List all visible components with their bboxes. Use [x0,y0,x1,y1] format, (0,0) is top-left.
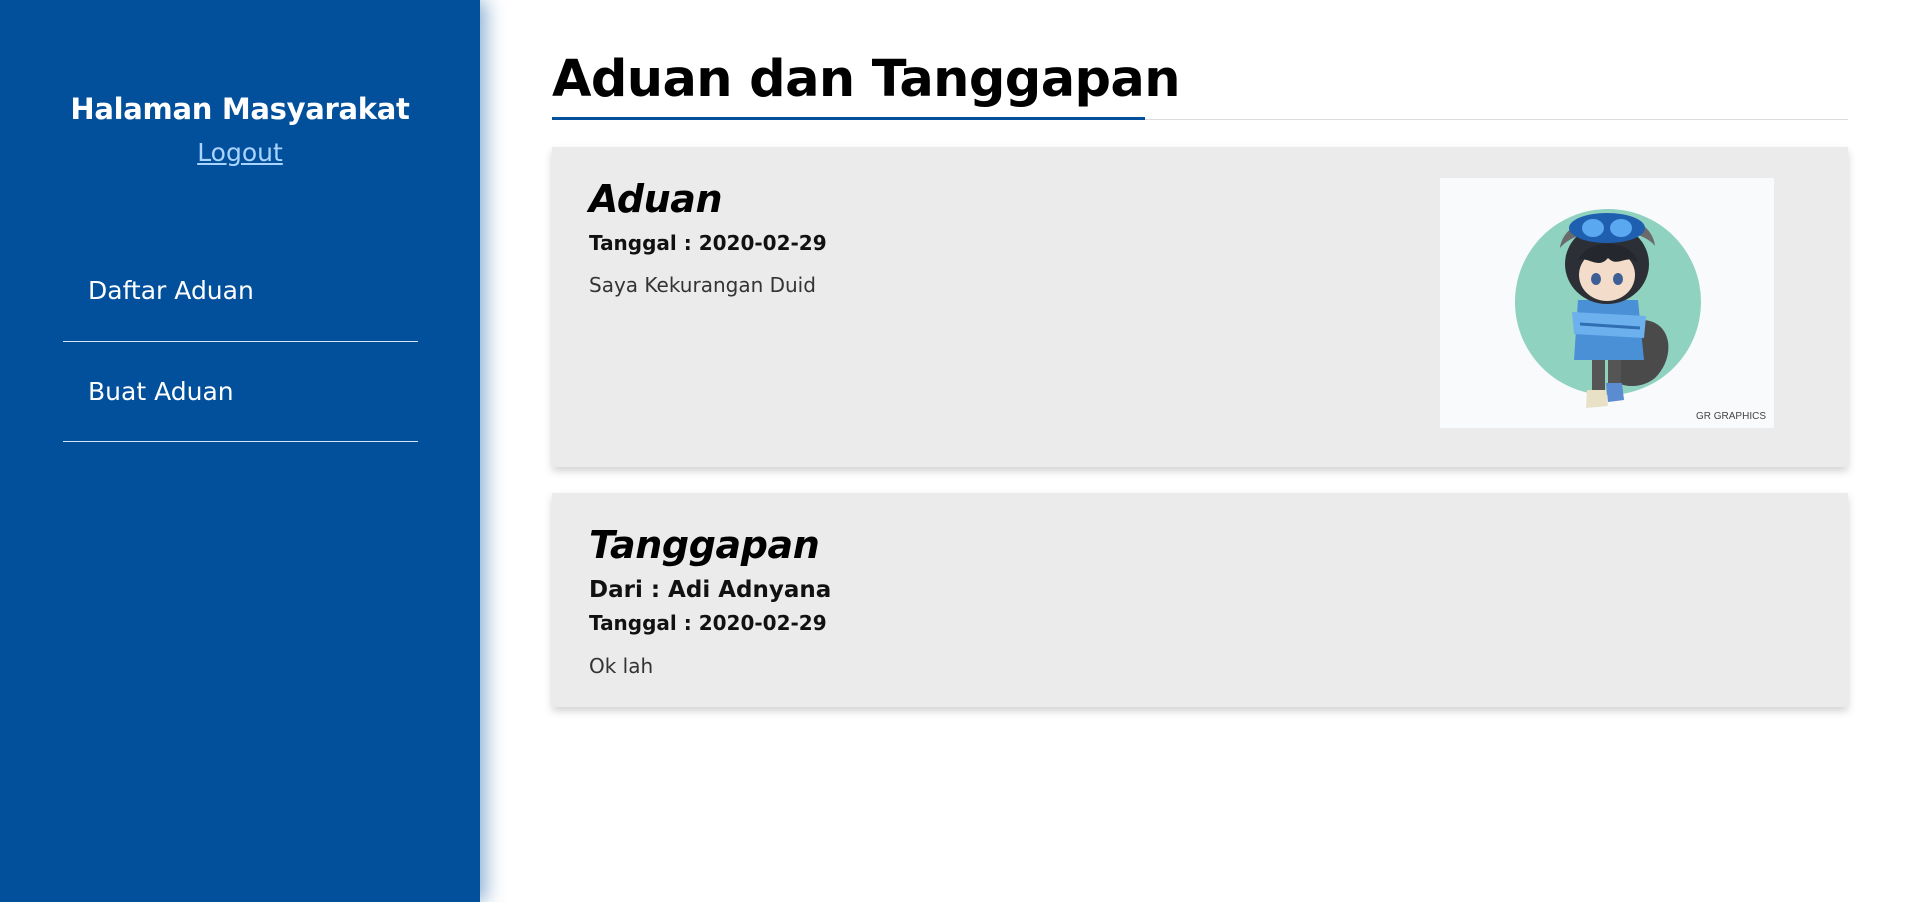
sidebar-title: Halaman Masyarakat [70,92,410,126]
sidebar-item-daftar-aduan[interactable]: Daftar Aduan [63,240,418,342]
page-title: Aduan dan Tanggapan [552,50,1181,109]
sidebar-item-buat-aduan[interactable]: Buat Aduan [63,342,418,442]
aduan-heading: Aduan [589,177,723,221]
title-accent-underline [552,117,1145,120]
image-watermark: GR GRAPHICS [1696,411,1766,422]
tanggapan-from: Dari : Adi Adnyana [589,577,832,603]
tanggapan-date: Tanggal : 2020-02-29 [589,611,827,635]
aduan-text: Saya Kekurangan Duid [589,273,816,297]
logout-link[interactable]: Logout [0,138,480,167]
sidebar: Halaman Masyarakat Logout Daftar Aduan B… [0,0,480,902]
chibi-character-illustration: GR GRAPHICS [1440,178,1774,428]
sidebar-item-label: Buat Aduan [88,377,234,406]
aduan-card: Aduan Tanggal : 2020-02-29 Saya Kekurang… [552,147,1848,467]
aduan-date: Tanggal : 2020-02-29 [589,231,827,255]
sidebar-nav: Daftar Aduan Buat Aduan [63,240,418,442]
tanggapan-card: Tanggapan Dari : Adi Adnyana Tanggal : 2… [552,493,1848,707]
tanggapan-text: Ok lah [589,654,654,678]
aduan-attachment-image: GR GRAPHICS [1440,178,1774,428]
tanggapan-heading: Tanggapan [589,523,820,567]
sidebar-item-label: Daftar Aduan [88,276,254,305]
